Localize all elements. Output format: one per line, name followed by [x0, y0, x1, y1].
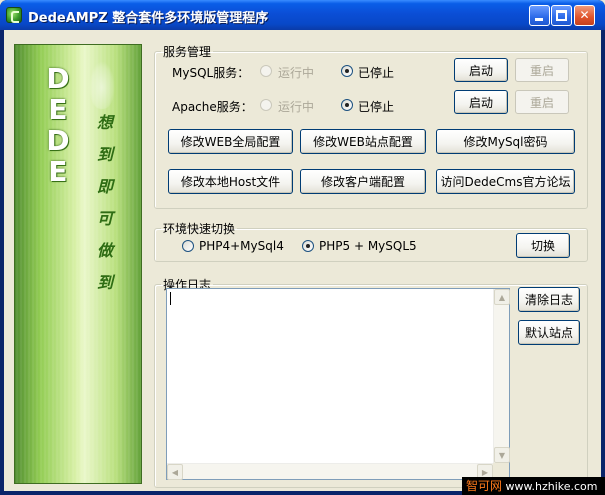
apache-service-label: Apache服务： — [172, 100, 253, 114]
php4-mysql4-radio[interactable] — [182, 240, 194, 252]
watermark-brand: 智可网 — [466, 479, 503, 493]
logo-letter: D — [46, 62, 70, 95]
close-button[interactable]: ✕ — [574, 5, 595, 26]
minimize-icon — [535, 18, 543, 21]
edit-web-site-config-button[interactable]: 修改WEB站点配置 — [300, 129, 426, 154]
mysql-restart-button[interactable]: 重启 — [515, 58, 569, 82]
edit-mysql-password-button[interactable]: 修改MySql密码 — [436, 129, 575, 154]
close-icon: ✕ — [579, 8, 590, 22]
slogan-char: 做 — [96, 241, 113, 260]
footprint-icon — [89, 61, 115, 109]
visit-dedecms-forum-button[interactable]: 访问DedeCms官方论坛 — [436, 169, 575, 194]
sidebar-banner: D E D E 想 到 即 可 做 到 — [14, 44, 142, 484]
apache-running-radio[interactable] — [260, 99, 272, 111]
slogan-char: 想 — [96, 113, 113, 132]
clear-log-button[interactable]: 清除日志 — [518, 287, 580, 312]
chevron-down-icon: ▼ — [498, 450, 506, 460]
apache-stopped-radio[interactable] — [341, 99, 353, 111]
switch-env-button[interactable]: 切换 — [516, 233, 570, 258]
mysql-stopped-radio[interactable] — [341, 65, 353, 77]
app-window: DedeAMPZ 整合套件多环境版管理程序 ✕ D E D E 想 到 即 可 … — [0, 0, 605, 495]
log-textarea[interactable]: ▲ ▼ ◀ ▶ — [166, 288, 510, 480]
slogan: 想 到 即 可 做 到 — [93, 107, 117, 299]
window-title: DedeAMPZ 整合套件多环境版管理程序 — [28, 11, 269, 26]
logo-letter: E — [48, 155, 68, 188]
text-caret — [170, 292, 171, 305]
slogan-char: 可 — [96, 209, 113, 228]
slogan-char: 到 — [96, 273, 113, 292]
apache-stopped-label: 已停止 — [358, 100, 395, 114]
watermark-url: www.hzhike.com — [505, 480, 598, 493]
maximize-button[interactable] — [551, 5, 572, 26]
mysql-service-label: MySQL服务： — [172, 66, 250, 80]
dede-logo: D E D E — [43, 63, 73, 187]
mysql-running-radio[interactable] — [260, 65, 272, 77]
app-icon[interactable] — [6, 7, 22, 23]
service-group-legend: 服务管理 — [163, 45, 212, 59]
slogan-char: 到 — [96, 145, 113, 164]
minimize-button[interactable] — [529, 5, 550, 26]
apache-start-button[interactable]: 启动 — [454, 90, 508, 114]
chevron-right-icon: ▶ — [481, 467, 489, 477]
scroll-left-button[interactable]: ◀ — [167, 464, 183, 480]
edit-client-config-button[interactable]: 修改客户端配置 — [300, 169, 426, 194]
scroll-up-button[interactable]: ▲ — [494, 289, 510, 305]
mysql-running-label: 运行中 — [278, 66, 315, 80]
edit-hosts-file-button[interactable]: 修改本地Host文件 — [168, 169, 293, 194]
edit-web-global-config-button[interactable]: 修改WEB全局配置 — [168, 129, 293, 154]
php4-mysql4-label: PHP4+MySql4 — [199, 239, 284, 253]
slogan-char: 即 — [96, 177, 113, 196]
chevron-up-icon: ▲ — [498, 292, 506, 302]
log-vertical-scrollbar[interactable]: ▲ ▼ — [493, 289, 510, 479]
default-site-button[interactable]: 默认站点 — [518, 320, 580, 345]
apache-running-label: 运行中 — [278, 100, 315, 114]
apache-restart-button[interactable]: 重启 — [515, 90, 569, 114]
scroll-down-button[interactable]: ▼ — [494, 447, 510, 463]
logo-letter: E — [48, 93, 68, 126]
watermark: 智可网 www.hzhike.com — [462, 477, 605, 495]
maximize-icon — [556, 10, 567, 21]
mysql-start-button[interactable]: 启动 — [454, 58, 508, 82]
client-area: D E D E 想 到 即 可 做 到 服务管理 MySQL服务： 运行中 已停… — [4, 30, 601, 491]
banner-stripes — [15, 45, 141, 483]
env-switch-legend: 环境快速切换 — [163, 222, 236, 236]
php5-mysql5-label: PHP5 + MySQL5 — [319, 239, 417, 253]
log-horizontal-scrollbar[interactable]: ◀ ▶ — [167, 463, 509, 480]
chevron-left-icon: ◀ — [171, 467, 179, 477]
logo-letter: D — [46, 124, 70, 157]
php5-mysql5-radio[interactable] — [302, 240, 314, 252]
title-bar[interactable]: DedeAMPZ 整合套件多环境版管理程序 ✕ — [0, 0, 605, 30]
mysql-stopped-label: 已停止 — [358, 66, 395, 80]
